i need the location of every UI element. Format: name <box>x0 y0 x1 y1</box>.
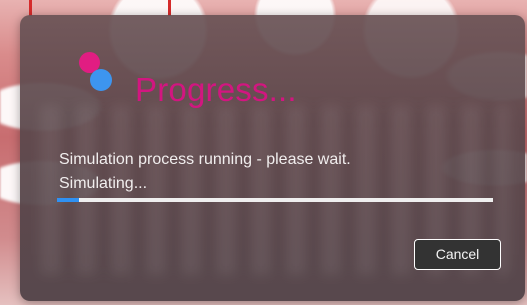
logo-blue-dot <box>90 69 112 91</box>
app-logo <box>78 52 118 97</box>
status-message-line-2: Simulating... <box>59 175 148 192</box>
dialog-title: Progress... <box>135 71 297 108</box>
background-marker-left <box>29 0 32 16</box>
progress-bar-fill <box>57 198 79 202</box>
cancel-button[interactable]: Cancel <box>414 239 501 270</box>
progress-dialog: Progress... Simulation process running -… <box>20 15 525 301</box>
background-marker-right <box>168 0 171 16</box>
status-message-line-1: Simulation process running - please wait… <box>59 151 351 168</box>
progress-bar <box>57 198 493 202</box>
status-message: Simulation process running - please wait… <box>59 148 479 196</box>
